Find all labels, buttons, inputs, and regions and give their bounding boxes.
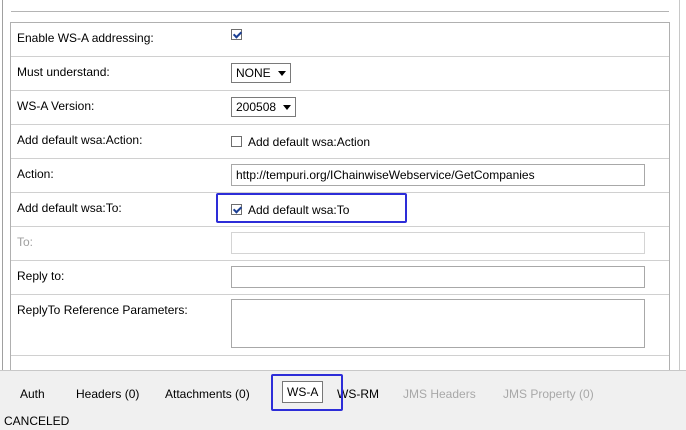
tab-bar: Auth Headers (0) Attachments (0) WS-A WS… [0,370,686,413]
tab-jms-headers[interactable]: JMS Headers [403,387,476,401]
tab-headers[interactable]: Headers (0) [76,387,139,401]
wsa-version-label: WS-A Version: [17,99,95,113]
to-label: To: [17,235,34,249]
to-input [231,232,645,254]
row-wsa-version: WS-A Version: 200508 [11,91,669,125]
row-to: To: [11,227,669,261]
enable-wsa-label: Enable WS-A addressing: [17,31,154,45]
wsa-version-control: 200508 [231,97,297,117]
wsa-version-value: 200508 [236,100,277,114]
row-action: Action: http://tempuri.org/IChainwiseWeb… [11,159,669,193]
reply-to-label: Reply to: [17,269,65,283]
replyto-reference-parameters-label: ReplyTo Reference Parameters: [17,303,188,317]
tab-auth[interactable]: Auth [20,387,45,401]
must-understand-value: NONE [236,66,271,80]
row-replyto-reference-parameters: ReplyTo Reference Parameters: [11,295,669,356]
chevron-down-icon [277,70,286,76]
action-label: Action: [17,167,54,181]
must-understand-select[interactable]: NONE [231,63,291,83]
highlight-box [216,193,407,223]
row-must-understand: Must understand: NONE [11,57,669,91]
add-default-action-label: Add default wsa:Action: [17,133,143,147]
row-enable-wsa: Enable WS-A addressing: [11,23,669,57]
highlight-box [271,374,343,411]
tab-jms-property[interactable]: JMS Property (0) [503,387,594,401]
divider [11,11,669,12]
enable-wsa-checkbox[interactable] [231,29,242,41]
chevron-down-icon [283,104,292,110]
reply-to-input[interactable] [231,266,645,288]
add-default-to-label: Add default wsa:To: [17,201,122,215]
must-understand-control: NONE [231,63,291,83]
enable-wsa-control [231,27,242,41]
ws-a-settings-panel: Enable WS-A addressing: Must understand:… [2,0,680,370]
add-default-action-control: Add default wsa:Action [231,134,370,149]
add-default-action-checkbox-label[interactable]: Add default wsa:Action [248,135,370,149]
status-bar: CANCELED [0,412,686,430]
tab-ws-rm[interactable]: WS-RM [337,387,379,401]
status-text: CANCELED [4,414,70,428]
row-reply-to: Reply to: [11,261,669,295]
add-default-action-checkbox[interactable] [231,136,242,148]
wsa-version-select[interactable]: 200508 [231,97,297,117]
action-input[interactable]: http://tempuri.org/IChainwiseWebservice/… [231,164,645,186]
must-understand-label: Must understand: [17,65,110,79]
replyto-reference-parameters-input[interactable] [231,299,645,348]
row-add-default-action: Add default wsa:Action: Add default wsa:… [11,125,669,159]
tab-attachments[interactable]: Attachments (0) [165,387,250,401]
